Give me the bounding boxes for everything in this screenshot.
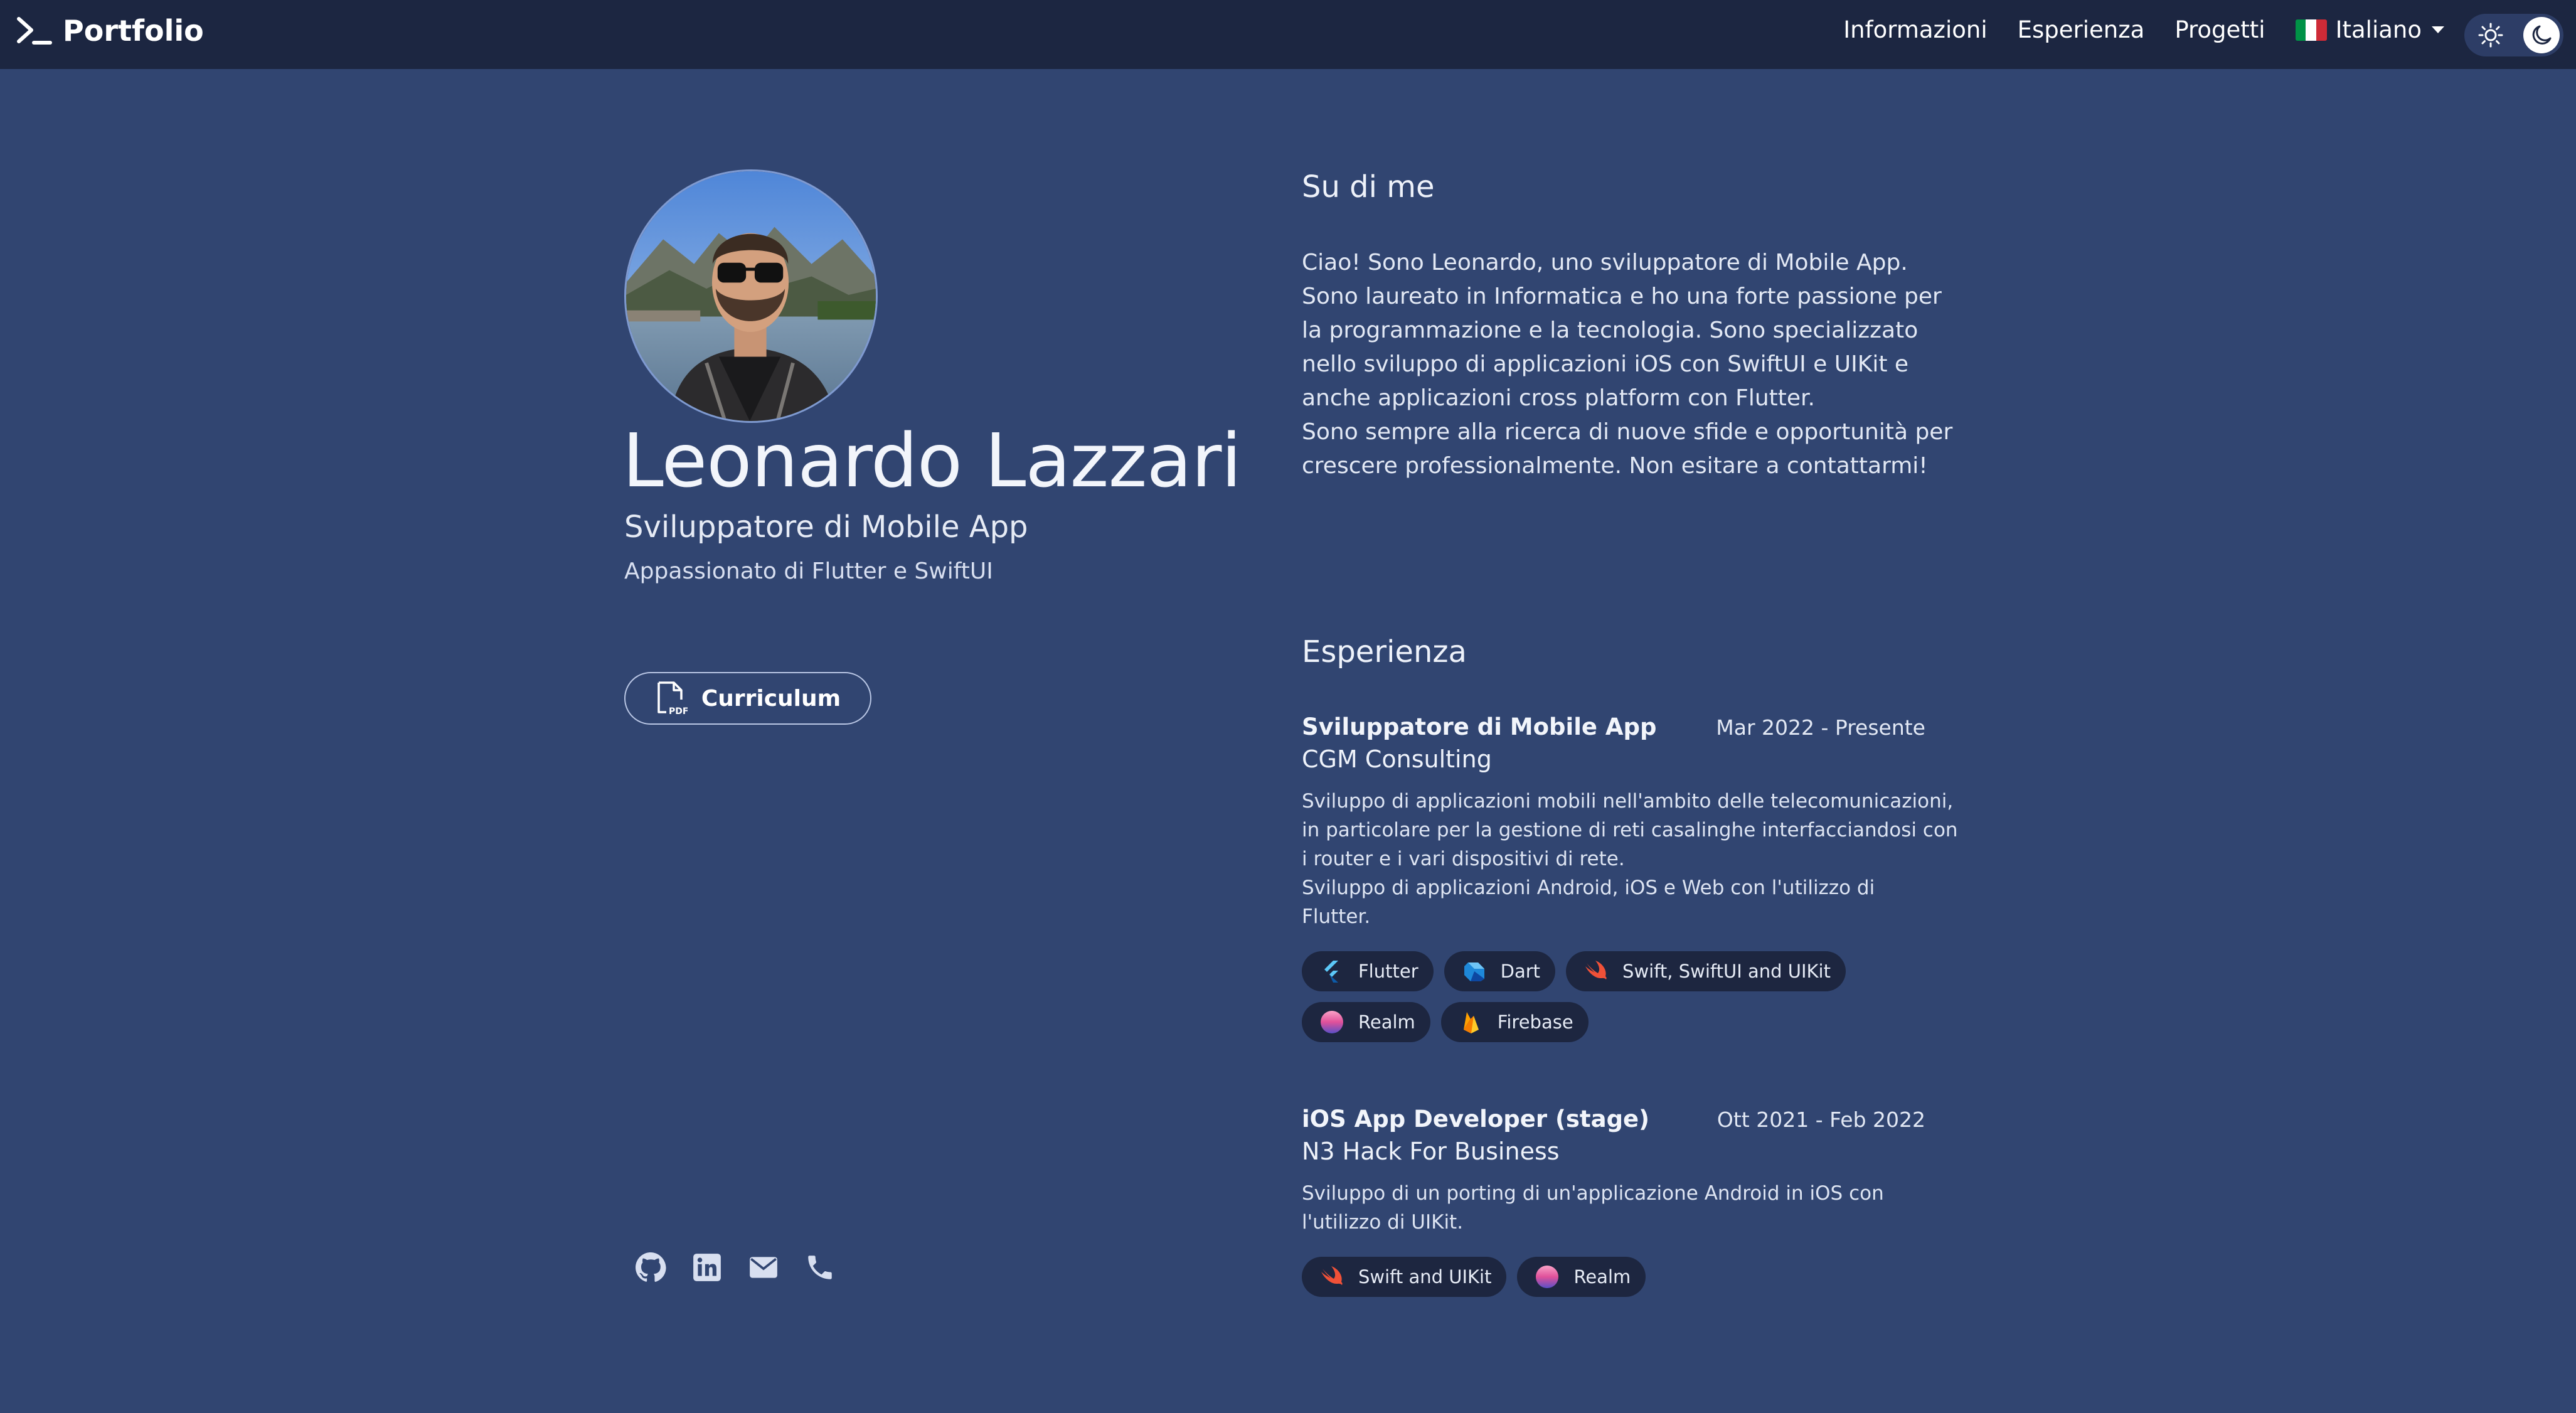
- job-date: Mar 2022 - Presente: [1716, 715, 1925, 740]
- social-links: [635, 1252, 836, 1283]
- job-title: iOS App Developer (stage): [1302, 1106, 1650, 1133]
- moon-icon: [2532, 25, 2552, 45]
- flutter-icon: [1324, 961, 1338, 983]
- tag-label: Firebase: [1497, 1011, 1573, 1033]
- about-title: Su di me: [1302, 169, 1435, 205]
- job-description-line: Sviluppo di un porting di un'applicazion…: [1302, 1182, 1884, 1205]
- about-line: Sono sempre alla ricerca di nuove sfide …: [1302, 419, 1953, 445]
- job-description-line: l'utilizzo di UIKit.: [1302, 1211, 1464, 1234]
- email-icon[interactable]: [748, 1252, 779, 1283]
- tag-firebase: Firebase: [1440, 1002, 1589, 1042]
- tag-swift-uikit: Swift and UIKit: [1302, 1257, 1507, 1297]
- tag-swift: Swift, SwiftUI and UIKit: [1566, 951, 1846, 991]
- italy-flag-icon: [2295, 19, 2327, 41]
- caret-down-icon: [2432, 26, 2444, 33]
- job-description-line: Sviluppo di applicazioni Android, iOS e …: [1302, 877, 1875, 899]
- about-line: la programmazione e la tecnologia. Sono …: [1302, 317, 1919, 343]
- navbar: Portfolio Informazioni Esperienza Proget…: [0, 0, 2576, 69]
- curriculum-button[interactable]: PDF Curriculum: [624, 672, 871, 725]
- pdf-file-icon: PDF: [657, 681, 688, 716]
- tag-dart: Dart: [1444, 951, 1556, 991]
- profile-photo: [624, 169, 878, 423]
- about-line: nello sviluppo di applicazioni iOS con S…: [1302, 351, 1909, 377]
- about-paragraph: Ciao! Sono Leonardo, uno sviluppatore di…: [1302, 246, 1953, 483]
- about-line: crescere professionalmente. Non esitare …: [1302, 453, 1928, 479]
- profile-role: Sviluppatore di Mobile App: [624, 509, 1028, 545]
- job-entry: iOS App Developer (stage) Ott 2021 - Feb…: [1302, 1106, 1925, 1297]
- realm-icon: [1321, 1011, 1343, 1033]
- job-title: Sviluppatore di Mobile App: [1302, 713, 1657, 740]
- job-date: Ott 2021 - Feb 2022: [1716, 1107, 1925, 1132]
- sun-icon: [2478, 23, 2503, 48]
- experience-title: Esperienza: [1302, 634, 1467, 669]
- tag-realm: Realm: [1517, 1257, 1646, 1297]
- toggle-knob: [2523, 17, 2560, 53]
- theme-toggle[interactable]: [2464, 14, 2563, 56]
- tag-label: Swift, SwiftUI and UIKit: [1622, 961, 1831, 982]
- svg-text:PDF: PDF: [669, 706, 688, 716]
- swift-icon: [1321, 1266, 1343, 1285]
- tech-tags: Swift and UIKit Realm: [1302, 1257, 1929, 1297]
- tag-realm: Realm: [1302, 1002, 1430, 1042]
- github-icon[interactable]: [635, 1252, 666, 1283]
- about-line: anche applicazioni cross platform con Fl…: [1302, 385, 1815, 411]
- language-dropdown[interactable]: Italiano: [2295, 16, 2444, 43]
- brand-link[interactable]: Portfolio: [16, 14, 204, 48]
- job-description-line: Sviluppo di applicazioni mobili nell'amb…: [1302, 790, 1954, 813]
- job-description-line: i router e i vari dispositivi di rete.: [1302, 848, 1625, 870]
- profile-name: Leonardo Lazzari: [622, 417, 1242, 504]
- realm-icon: [1536, 1266, 1559, 1288]
- nav-link-esperienza[interactable]: Esperienza: [2018, 16, 2145, 43]
- tag-flutter: Flutter: [1302, 951, 1434, 991]
- job-company: CGM Consulting: [1302, 745, 1492, 773]
- about-line: Sono laureato in Informatica e ho una fo…: [1302, 284, 1942, 309]
- terminal-icon: [17, 17, 52, 45]
- tag-label: Flutter: [1358, 961, 1418, 982]
- tag-label: Swift and UIKit: [1358, 1266, 1492, 1288]
- brand-name: Portfolio: [63, 14, 204, 48]
- phone-icon[interactable]: [804, 1252, 836, 1283]
- job-company: N3 Hack For Business: [1302, 1138, 1560, 1165]
- tag-label: Realm: [1358, 1011, 1415, 1033]
- profile-tagline: Appassionato di Flutter e SwiftUI: [624, 558, 993, 584]
- job-description-line: in particolare per la gestione di reti c…: [1302, 819, 1958, 841]
- tag-label: Dart: [1500, 961, 1541, 982]
- about-line: Ciao! Sono Leonardo, uno sviluppatore di…: [1302, 250, 1908, 275]
- nav-links: Informazioni Esperienza Progetti Italian…: [1813, 16, 2444, 43]
- nav-link-informazioni[interactable]: Informazioni: [1843, 16, 1987, 43]
- tag-label: Realm: [1573, 1266, 1631, 1288]
- tech-tags: Flutter Dart Swift, SwiftUI and UIKit Re…: [1302, 951, 1929, 1042]
- job-description: Sviluppo di un porting di un'applicazion…: [1302, 1179, 1925, 1237]
- curriculum-label: Curriculum: [701, 685, 841, 712]
- job-entry: Sviluppatore di Mobile App Mar 2022 - Pr…: [1302, 713, 1958, 1042]
- linkedin-icon[interactable]: [691, 1252, 723, 1283]
- nav-link-progetti[interactable]: Progetti: [2174, 16, 2265, 43]
- job-description: Sviluppo di applicazioni mobili nell'amb…: [1302, 787, 1958, 931]
- swift-icon: [1585, 961, 1607, 979]
- job-description-line: Flutter.: [1302, 905, 1371, 928]
- dart-icon: [1464, 962, 1484, 981]
- firebase-icon: [1463, 1012, 1479, 1033]
- language-label: Italiano: [2335, 16, 2422, 43]
